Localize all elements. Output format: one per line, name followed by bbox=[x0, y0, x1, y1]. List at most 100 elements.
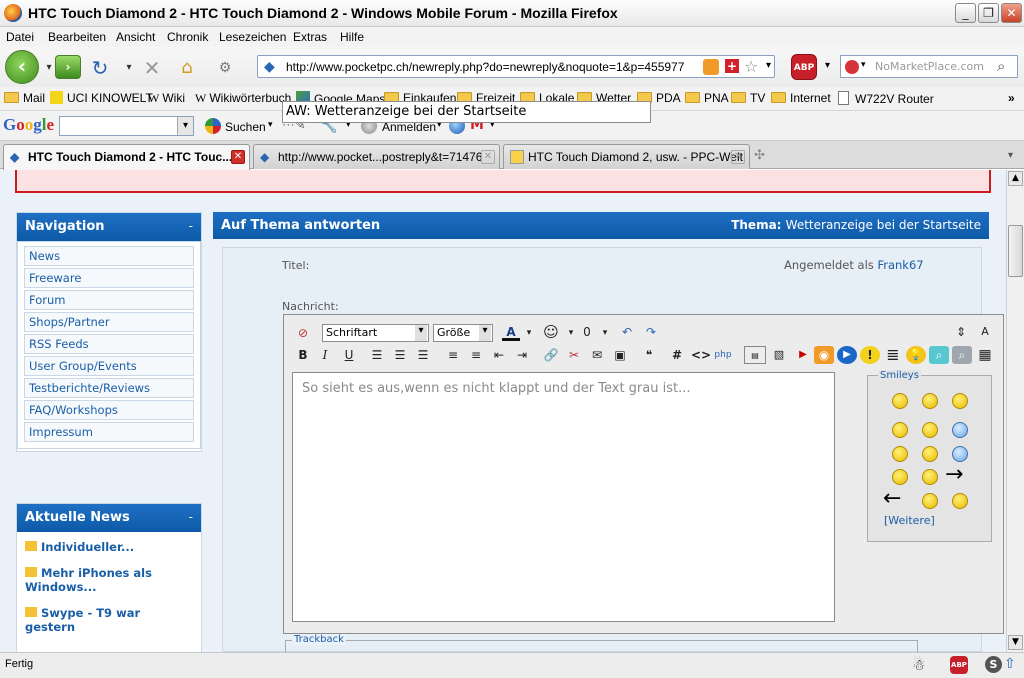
search-magnifier-icon[interactable]: ⌕ bbox=[997, 57, 1005, 75]
bookmark-w722v-router[interactable]: W722V Router bbox=[838, 91, 934, 106]
bookmark-wiki[interactable]: W Wiki bbox=[148, 91, 185, 106]
quote-icon[interactable]: ❝ bbox=[640, 346, 658, 364]
close-window-button[interactable]: ✕ bbox=[1001, 3, 1022, 23]
menu-lesezeichen[interactable]: Lesezeichen bbox=[219, 30, 286, 44]
plus-addon-icon[interactable]: + bbox=[725, 59, 739, 73]
attachment-icon[interactable]: 0 bbox=[578, 323, 596, 341]
title-input[interactable]: AW: Wetteranzeige bei der Startseite bbox=[282, 101, 651, 123]
update-arrow-icon[interactable]: ⇧ bbox=[1004, 656, 1016, 672]
switch-editor-mode-icon[interactable]: A bbox=[976, 323, 994, 341]
italic-icon[interactable]: I bbox=[316, 346, 334, 364]
underline-icon[interactable]: U bbox=[340, 346, 358, 364]
menu-bearbeiten[interactable]: Bearbeiten bbox=[48, 30, 106, 44]
html-code-icon[interactable]: <> bbox=[691, 346, 711, 364]
scroll-up-button[interactable]: ▲ bbox=[1008, 171, 1023, 186]
align-right-icon[interactable]: ☰ bbox=[414, 346, 432, 364]
reload-dropdown-icon[interactable]: ▾ bbox=[118, 57, 140, 79]
insert-image-icon[interactable]: ▣ bbox=[611, 346, 629, 364]
tab-close-icon[interactable]: ✕ bbox=[481, 150, 495, 164]
list-icon[interactable]: ≣ bbox=[884, 346, 902, 364]
table-icon[interactable]: ▦ bbox=[975, 346, 995, 364]
search-tag-gray-icon[interactable]: ⌕ bbox=[952, 346, 972, 364]
more-smileys-link[interactable]: [Weitere] bbox=[884, 514, 935, 527]
nav-item-rss-feeds[interactable]: RSS Feeds bbox=[24, 334, 194, 354]
nav-item-faq-workshops[interactable]: FAQ/Workshops bbox=[24, 400, 194, 420]
arrow-right-icon[interactable]: → bbox=[945, 464, 963, 486]
nav-item-impressum[interactable]: Impressum bbox=[24, 422, 194, 442]
search-tag-icon[interactable]: ⌕ bbox=[929, 346, 949, 364]
google-search-icon[interactable] bbox=[205, 118, 221, 134]
nav-item-shops-partner[interactable]: Shops/Partner bbox=[24, 312, 194, 332]
google-search-dropdown-icon[interactable]: ▾ bbox=[268, 120, 273, 130]
home-icon[interactable]: ⌂ bbox=[176, 57, 198, 79]
adblock-status-icon[interactable]: ABP bbox=[950, 656, 968, 674]
smiley-sad-icon[interactable] bbox=[952, 393, 968, 409]
lightbulb-icon[interactable]: 💡 bbox=[906, 346, 926, 364]
logged-in-user-link[interactable]: Frank67 bbox=[877, 258, 923, 272]
smiley-smile-icon[interactable] bbox=[892, 393, 908, 409]
smiley-grin-icon[interactable] bbox=[922, 393, 938, 409]
menu-datei[interactable]: Datei bbox=[6, 30, 34, 44]
nav-item-testberichte-reviews[interactable]: Testberichte/Reviews bbox=[24, 378, 194, 398]
text-color-icon[interactable]: A bbox=[502, 323, 520, 341]
search-input[interactable]: NoMarketPlace.com bbox=[875, 60, 984, 73]
attachment-dropdown-icon[interactable]: ▾ bbox=[596, 324, 614, 342]
smiley-cool-icon[interactable] bbox=[892, 469, 908, 485]
ordered-list-icon[interactable]: ≡ bbox=[444, 346, 462, 364]
nav-item-forum[interactable]: Forum bbox=[24, 290, 194, 310]
menu-extras[interactable]: Extras bbox=[293, 30, 327, 44]
adblock-plus-icon[interactable]: ABP bbox=[791, 54, 817, 80]
smiley-confused-icon[interactable] bbox=[922, 422, 938, 438]
smiley-eek-icon[interactable] bbox=[952, 446, 968, 462]
addon-icon[interactable]: ⚙ bbox=[214, 57, 236, 79]
nav-item-freeware[interactable]: Freeware bbox=[24, 268, 194, 288]
message-textarea[interactable]: So sieht es aus,wenn es nicht klappt und… bbox=[292, 372, 835, 622]
noparse-icon[interactable]: ▤ bbox=[744, 346, 766, 364]
tracker-icon[interactable]: ☃ bbox=[912, 656, 925, 674]
url-bar[interactable]: ◆ http://www.pocketpc.ch/newreply.php?do… bbox=[257, 55, 775, 78]
arrow-left-icon[interactable]: ← bbox=[883, 488, 901, 510]
menu-chronik[interactable]: Chronik bbox=[167, 30, 208, 44]
smiley-surprised-icon[interactable] bbox=[922, 469, 938, 485]
tab-close-icon[interactable]: ✕ bbox=[731, 150, 745, 164]
sync-status-icon[interactable]: S bbox=[985, 656, 1002, 673]
nav-item-news[interactable]: News bbox=[24, 246, 194, 266]
smiley-insert-icon[interactable]: ☺ bbox=[542, 323, 560, 341]
search-engine-dropdown-icon[interactable]: ▾ bbox=[861, 60, 866, 70]
php-code-icon[interactable]: php bbox=[714, 346, 732, 364]
google-search-input[interactable]: ▾ bbox=[59, 116, 194, 136]
tab-list-dropdown-icon[interactable]: ▾ bbox=[1008, 150, 1013, 161]
bold-icon[interactable]: B bbox=[294, 346, 312, 364]
new-tab-icon[interactable]: ✣ bbox=[754, 148, 765, 163]
bookmark-mail[interactable]: Mail bbox=[4, 91, 45, 105]
bookmark-pna[interactable]: PNA bbox=[685, 91, 729, 105]
tab-htc-touch-diamond[interactable]: ◆ HTC Touch Diamond 2 - HTC Touc... ✕ bbox=[3, 144, 250, 170]
image-tag-icon[interactable]: ▧ bbox=[768, 346, 790, 364]
news-item[interactable]: Mehr iPhones als Windows... bbox=[25, 566, 193, 594]
size-select[interactable]: Größe bbox=[433, 324, 493, 342]
undo-icon[interactable]: ↶ bbox=[618, 323, 636, 341]
indent-icon[interactable]: ⇥ bbox=[513, 346, 531, 364]
url-text[interactable]: http://www.pocketpc.ch/newreply.php?do=n… bbox=[286, 60, 684, 74]
search-engine-icon[interactable] bbox=[845, 60, 859, 74]
google-history-dropdown-icon[interactable]: ▾ bbox=[177, 117, 193, 135]
smiley-glasses-icon[interactable] bbox=[952, 493, 968, 509]
tab-ppc-welt[interactable]: HTC Touch Diamond 2, usw. - PPC-Welt ✕ bbox=[503, 144, 750, 169]
bookmark-internet[interactable]: Internet bbox=[771, 91, 831, 105]
collapse-navigation-button[interactable]: - bbox=[189, 219, 193, 233]
url-dropdown-icon[interactable]: ▾ bbox=[766, 60, 771, 71]
text-color-dropdown-icon[interactable]: ▾ bbox=[520, 324, 538, 342]
outdent-icon[interactable]: ⇤ bbox=[490, 346, 508, 364]
bookmarks-overflow-icon[interactable]: » bbox=[1008, 91, 1015, 105]
remove-format-icon[interactable]: ⊘ bbox=[294, 324, 312, 342]
font-select[interactable]: Schriftart bbox=[322, 324, 429, 342]
align-left-icon[interactable]: ☰ bbox=[368, 346, 386, 364]
news-item[interactable]: Swype - T9 war gestern bbox=[25, 606, 193, 634]
video-play-icon[interactable]: ▶ bbox=[837, 346, 857, 364]
menu-ansicht[interactable]: Ansicht bbox=[116, 30, 155, 44]
unordered-list-icon[interactable]: ≡ bbox=[467, 346, 485, 364]
news-item[interactable]: Individueller... bbox=[25, 540, 193, 554]
redo-icon[interactable]: ↷ bbox=[642, 323, 660, 341]
rss-icon[interactable] bbox=[703, 59, 719, 75]
scroll-down-button[interactable]: ▼ bbox=[1008, 635, 1023, 650]
